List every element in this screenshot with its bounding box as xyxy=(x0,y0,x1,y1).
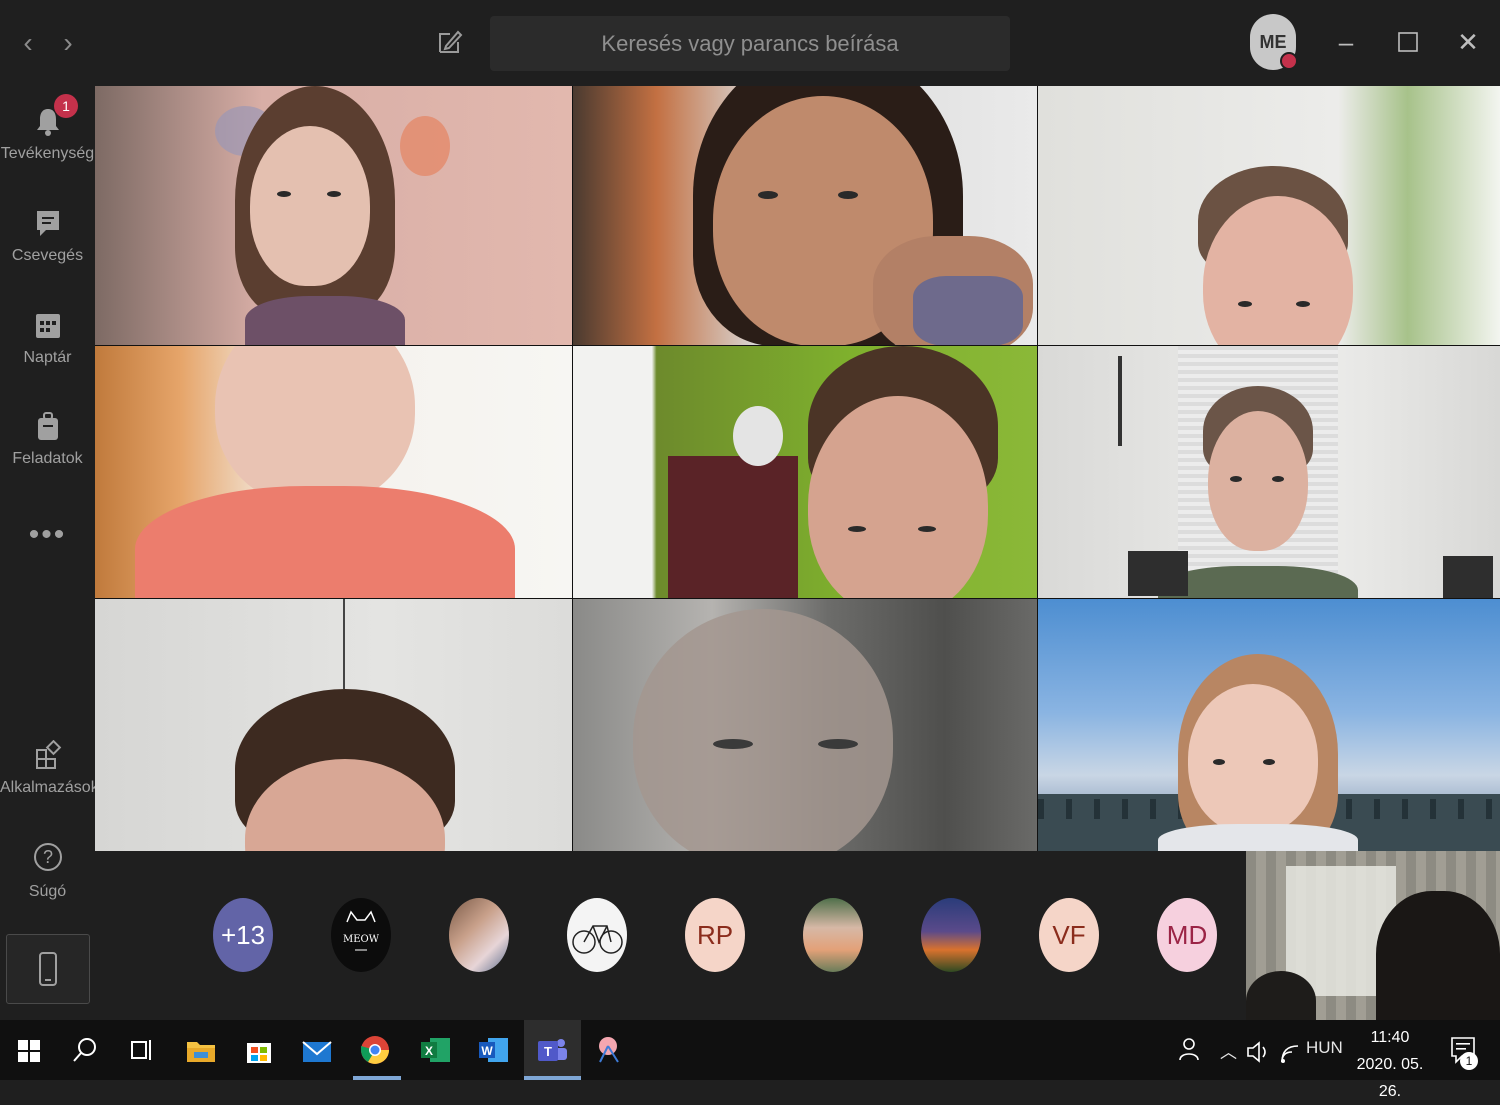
participant-initials: MD xyxy=(1166,920,1208,950)
search-icon[interactable] xyxy=(68,1032,102,1068)
taskbar-clock[interactable]: 11:40 2020. 05. 26. xyxy=(1345,1024,1435,1105)
download-mobile-button[interactable] xyxy=(6,934,90,1004)
chat-icon xyxy=(36,211,59,236)
chrome-icon[interactable] xyxy=(358,1032,392,1068)
participant-avatar[interactable] xyxy=(567,898,627,972)
people-icon[interactable] xyxy=(1172,1032,1206,1068)
maximize-icon[interactable] xyxy=(1388,22,1428,62)
microsoft-store-icon[interactable] xyxy=(242,1032,276,1068)
calendar-icon xyxy=(35,314,60,338)
word-icon[interactable]: W xyxy=(476,1032,510,1068)
snipping-tool-icon[interactable] xyxy=(594,1032,628,1068)
video-grid xyxy=(95,86,1500,851)
svg-text:T: T xyxy=(544,1044,552,1059)
back-arrow-icon[interactable]: ‹ xyxy=(16,28,40,58)
user-avatar[interactable]: ME xyxy=(1250,14,1298,70)
rail-item-chat[interactable]: Csevegés xyxy=(0,208,95,265)
notification-badge: 1 xyxy=(1460,1052,1478,1070)
bicycle-icon xyxy=(572,925,623,954)
user-initials: ME xyxy=(1259,32,1287,52)
teams-icon[interactable]: T xyxy=(535,1032,569,1068)
file-explorer-icon[interactable] xyxy=(184,1032,218,1068)
active-indicator xyxy=(353,1076,401,1080)
briefcase-icon xyxy=(37,412,58,440)
search-box[interactable]: Keresés vagy parancs beírása xyxy=(490,16,1010,71)
video-tile[interactable] xyxy=(1038,86,1500,345)
rail-item-activity[interactable]: Tevékenység xyxy=(0,106,95,163)
mail-icon[interactable] xyxy=(300,1032,334,1068)
participant-strip: +13 MEOW RP VF MD xyxy=(95,851,1245,1020)
excel-icon[interactable]: X xyxy=(418,1032,452,1068)
video-tile[interactable] xyxy=(573,86,1037,345)
video-tile[interactable] xyxy=(1038,346,1500,598)
input-language[interactable]: HUN xyxy=(1306,1038,1343,1058)
rail-item-label: Súgó xyxy=(28,883,67,900)
task-view-icon[interactable] xyxy=(124,1032,158,1068)
windows-taskbar: X W T ︿ HUN 11:40 2020. 05. 26. 1 xyxy=(0,1020,1500,1100)
participant-initials: VF xyxy=(1052,920,1086,950)
presence-status-icon xyxy=(1280,52,1298,70)
cat-meow-icon: MEOW xyxy=(343,910,380,951)
svg-text:?: ? xyxy=(42,847,52,867)
video-tile[interactable] xyxy=(573,599,1037,851)
svg-text:X: X xyxy=(425,1044,433,1058)
video-tile[interactable] xyxy=(573,346,1037,598)
wifi-icon[interactable] xyxy=(1274,1034,1308,1070)
svg-text:W: W xyxy=(481,1044,493,1058)
overflow-count: +13 xyxy=(220,920,266,950)
windows-start-icon[interactable] xyxy=(12,1032,46,1068)
rail-item-apps[interactable]: Alkalmazások xyxy=(0,739,99,797)
svg-text:MEOW: MEOW xyxy=(343,934,380,945)
rail-item-label: Csevegés xyxy=(11,247,84,264)
video-tile[interactable] xyxy=(95,346,572,598)
participant-avatar[interactable]: RP xyxy=(685,898,745,972)
participant-avatar[interactable]: MEOW xyxy=(331,898,391,972)
self-view-video[interactable] xyxy=(1246,851,1500,1020)
participant-avatar[interactable]: VF xyxy=(1039,898,1099,972)
close-icon[interactable]: ✕ xyxy=(1448,22,1488,62)
help-icon: ? xyxy=(33,843,62,871)
compose-icon[interactable] xyxy=(436,28,464,56)
rail-item-assignments[interactable]: Feladatok xyxy=(0,411,95,468)
show-hidden-icons-icon[interactable]: ︿ xyxy=(1220,1038,1237,1063)
phone-icon xyxy=(39,952,57,986)
clock-time: 11:40 xyxy=(1370,1029,1410,1046)
rail-item-label: Alkalmazások xyxy=(0,779,99,796)
more-participants-button[interactable]: +13 xyxy=(213,898,273,972)
participant-avatar[interactable] xyxy=(449,898,509,972)
video-tile[interactable] xyxy=(95,599,572,851)
forward-arrow-icon[interactable]: › xyxy=(56,28,80,58)
search-placeholder: Keresés vagy parancs beírása xyxy=(601,31,899,56)
app-bar: Tevékenység 1 Csevegés Naptár Feladatok … xyxy=(0,86,99,1020)
participant-avatar[interactable] xyxy=(921,898,981,972)
participant-avatar[interactable] xyxy=(803,898,863,972)
participant-avatar[interactable]: MD xyxy=(1157,898,1217,972)
activity-badge: 1 xyxy=(54,94,78,118)
rail-item-help[interactable]: ? Súgó xyxy=(0,840,95,901)
active-indicator xyxy=(524,1076,581,1080)
title-bar: ‹ › Keresés vagy parancs beírása ME – ✕ xyxy=(0,0,1500,86)
rail-item-label: Feladatok xyxy=(12,450,83,467)
video-tile[interactable] xyxy=(95,86,572,345)
rail-item-label: Tevékenység xyxy=(0,145,95,162)
rail-item-label: Naptár xyxy=(23,349,72,366)
video-tile[interactable] xyxy=(1038,599,1500,851)
apps-icon xyxy=(35,739,61,769)
volume-icon[interactable] xyxy=(1242,1034,1276,1070)
participant-initials: RP xyxy=(696,920,734,950)
more-apps-icon[interactable]: ••• xyxy=(0,518,95,552)
minimize-icon[interactable]: – xyxy=(1326,22,1366,62)
rail-item-calendar[interactable]: Naptár xyxy=(0,310,95,367)
clock-date: 2020. 05. 26. xyxy=(1356,1056,1424,1100)
